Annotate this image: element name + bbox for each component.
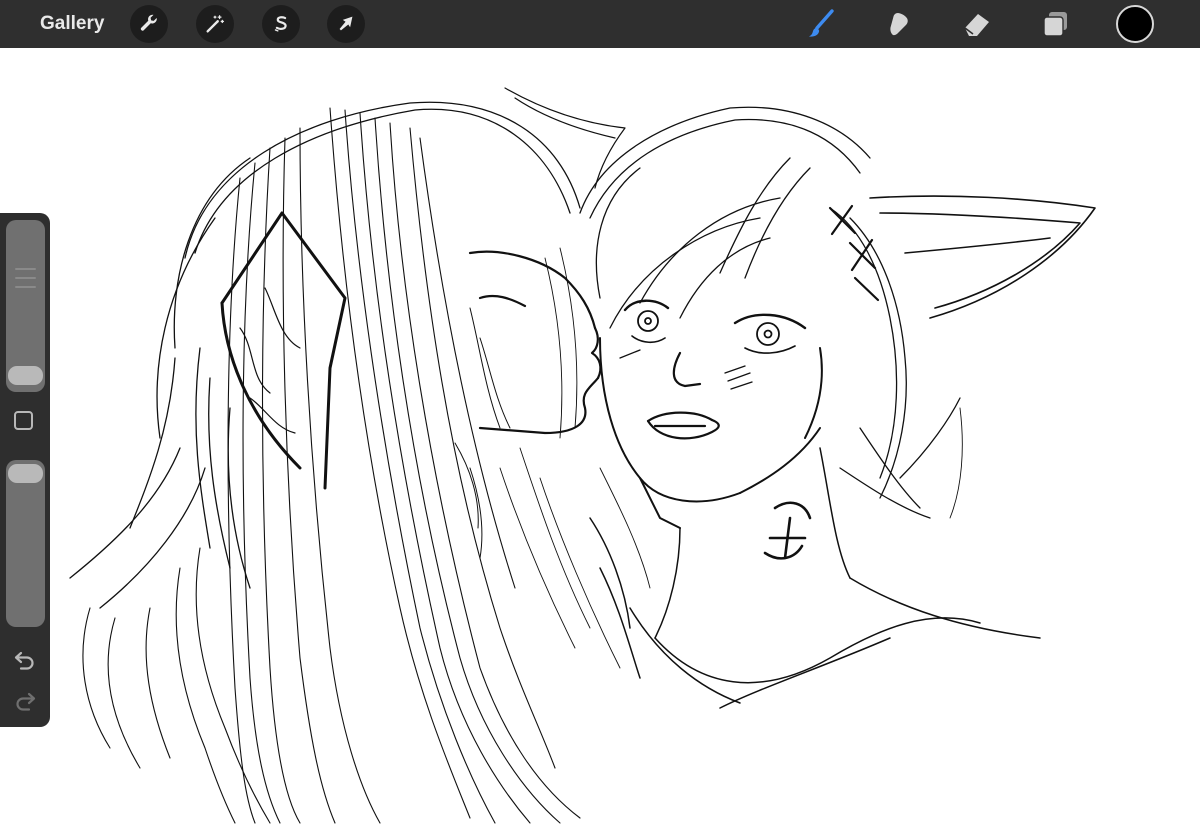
- undo-icon: [14, 651, 34, 670]
- brush-icon: [809, 9, 834, 37]
- transform-button[interactable]: [327, 5, 365, 43]
- actions-button[interactable]: [130, 5, 168, 43]
- brush-tool-button[interactable]: [802, 6, 840, 42]
- undo-button[interactable]: [12, 647, 38, 671]
- arrow-cursor-icon: [339, 16, 353, 31]
- brush-size-thumb[interactable]: [8, 366, 43, 385]
- eraser-tool-button[interactable]: [958, 6, 996, 42]
- smudge-finger-icon: [890, 13, 908, 36]
- slider-grip-icon: [15, 268, 36, 292]
- smudge-tool-button[interactable]: [880, 6, 918, 42]
- redo-icon: [16, 692, 36, 711]
- eraser-icon: [964, 14, 989, 36]
- wrench-icon: [140, 14, 157, 31]
- line-art-sketch: [69, 87, 1096, 824]
- top-toolbar: Gallery: [0, 0, 1200, 48]
- left-sidebar: [0, 213, 50, 727]
- brush-opacity-thumb[interactable]: [8, 464, 43, 483]
- adjustments-button[interactable]: [196, 5, 234, 43]
- selection-s-icon: [274, 16, 287, 32]
- brush-opacity-slider[interactable]: [6, 460, 45, 627]
- magic-wand-icon: [206, 15, 225, 33]
- gallery-button[interactable]: Gallery: [40, 12, 104, 36]
- brush-size-slider[interactable]: [6, 220, 45, 392]
- drawing-canvas[interactable]: [0, 48, 1200, 827]
- layers-button[interactable]: [1036, 6, 1074, 42]
- modify-button[interactable]: [14, 411, 33, 430]
- redo-button[interactable]: [12, 688, 38, 712]
- color-swatch-button[interactable]: [1116, 5, 1154, 43]
- layers-icon: [1043, 12, 1067, 37]
- selection-button[interactable]: [262, 5, 300, 43]
